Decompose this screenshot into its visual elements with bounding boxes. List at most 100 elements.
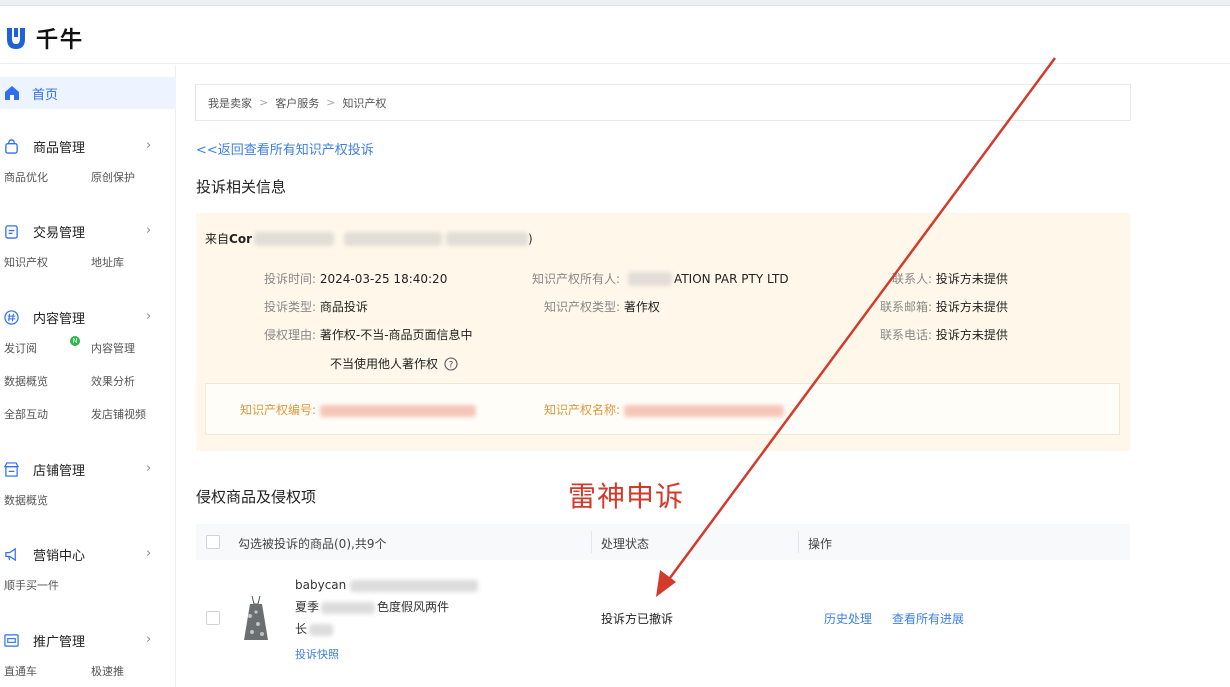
sidebar-item-goods[interactable]: 商品管理 › xyxy=(0,132,176,160)
complaint-snapshot-link[interactable]: 投诉快照 xyxy=(295,646,339,662)
breadcrumb-separator-icon: > xyxy=(259,96,269,109)
redacted-block xyxy=(628,271,673,286)
sidebar-home-label: 首页 xyxy=(32,87,59,103)
sidebar-sub-ztc[interactable]: 直通车 xyxy=(0,663,88,679)
contact-email: 联系邮箱: 投诉方未提供 xyxy=(880,300,1008,314)
sidebar-sub-goods-optimize[interactable]: 商品优化 xyxy=(0,169,88,185)
redacted-block xyxy=(343,231,442,246)
order-icon xyxy=(5,224,18,239)
product-thumbnail[interactable] xyxy=(238,594,274,644)
hash-icon xyxy=(4,309,19,325)
sidebar-item-content[interactable]: 内容管理 › xyxy=(0,303,176,331)
promo-icon xyxy=(4,633,19,647)
annotation-text: 雷神申诉 xyxy=(568,480,685,513)
app-header: 千牛 xyxy=(0,6,1230,64)
product-title[interactable]: babycan 夏季 色度假风两件 长 xyxy=(295,574,479,640)
sidebar-goods-label: 商品管理 xyxy=(33,140,86,156)
col-divider xyxy=(798,531,799,553)
complaint-reason-cont: 不当使用他人著作权 ? xyxy=(330,355,458,372)
sidebar-group-shop: 店铺管理 › 数据概览 xyxy=(0,455,176,516)
redacted-block xyxy=(319,404,476,417)
sidebar-marketing-label: 营销中心 xyxy=(33,548,86,564)
sidebar-sub-shop-video[interactable]: 发店铺视频 xyxy=(88,406,176,422)
history-handling-link[interactable]: 历史处理 xyxy=(824,610,872,627)
infringing-items-title: 侵权商品及侵权项 xyxy=(196,488,317,506)
complaint-info-title: 投诉相关信息 xyxy=(196,178,287,196)
sidebar-item-promo[interactable]: 推广管理 › xyxy=(0,626,176,654)
chevron-right-icon: › xyxy=(146,223,152,238)
redacted-block xyxy=(321,601,376,614)
complaint-reason: 侵权理由: 著作权-不当-商品页面信息中 xyxy=(264,328,473,342)
sidebar-item-marketing[interactable]: 营销中心 › xyxy=(0,540,176,568)
ip-type: 知识产权类型: 著作权 xyxy=(544,300,660,314)
sidebar-sub-data-overview[interactable]: 数据概览 xyxy=(0,373,88,389)
col-status-header: 处理状态 xyxy=(601,537,650,551)
col-divider xyxy=(591,531,592,553)
home-icon xyxy=(5,86,19,100)
ip-number: 知识产权编号: xyxy=(240,401,476,418)
help-question-icon[interactable]: ? xyxy=(444,356,458,371)
row-checkbox[interactable] xyxy=(206,611,220,625)
table-header: 勾选被投诉的商品(0),共9个 处理状态 操作 xyxy=(196,524,1130,560)
col-action-header: 操作 xyxy=(808,537,833,551)
ip-owner: 知识产权所有人: ATION PAR PTY LTD xyxy=(532,271,789,286)
select-all-checkbox[interactable] xyxy=(206,535,220,549)
redacted-block xyxy=(445,231,528,246)
redacted-block xyxy=(309,623,334,636)
sidebar-sub-all-interact[interactable]: 全部互动 xyxy=(0,406,88,422)
chevron-right-icon: › xyxy=(146,461,152,476)
sidebar-group-goods: 商品管理 › 商品优化 原创保护 xyxy=(0,132,176,193)
breadcrumb-item-seller[interactable]: 我是卖家 xyxy=(208,95,252,111)
sidebar-sub-original-protect[interactable]: 原创保护 xyxy=(88,169,176,185)
contact-phone: 联系电话: 投诉方未提供 xyxy=(880,328,1008,342)
sidebar-sub-shop-data[interactable]: 数据概览 xyxy=(0,492,88,508)
sidebar-sub-fast-promo[interactable]: 极速推 xyxy=(88,663,176,679)
sidebar-sub-buy-one-more[interactable]: 顺手买一件 xyxy=(0,577,120,593)
breadcrumb: 我是卖家 > 客户服务 > 知识产权 xyxy=(195,84,1131,121)
back-to-all-complaints-link[interactable]: <<返回查看所有知识产权投诉 xyxy=(196,139,374,158)
sidebar-sub-effect-analysis[interactable]: 效果分析 xyxy=(88,373,176,389)
ip-detail-box: 知识产权编号: 知识产权名称: xyxy=(205,383,1120,435)
shop-icon xyxy=(4,461,19,477)
sidebar-group-trade: 交易管理 › 知识产权 地址库 xyxy=(0,217,176,278)
sidebar: 首页 商品管理 › 商品优化 原创保护 交易管理 › 知识产权 地址库 内容管理… xyxy=(0,65,176,687)
sidebar-content-label: 内容管理 xyxy=(33,311,86,327)
complaint-type: 投诉类型: 商品投诉 xyxy=(264,300,368,314)
sidebar-shop-label: 店铺管理 xyxy=(33,463,86,479)
view-all-progress-link[interactable]: 查看所有进展 xyxy=(892,610,964,627)
col-select-header: 勾选被投诉的商品(0),共9个 xyxy=(238,537,387,551)
redacted-block xyxy=(623,404,784,417)
complaint-time: 投诉时间: 2024-03-25 18:40:20 xyxy=(264,272,448,286)
app-name: 千牛 xyxy=(36,28,85,53)
sidebar-item-shop[interactable]: 店铺管理 › xyxy=(0,455,176,483)
chevron-right-icon: › xyxy=(146,309,152,324)
chevron-right-icon: › xyxy=(146,138,152,153)
svg-text:?: ? xyxy=(449,360,454,370)
chevron-right-icon: › xyxy=(146,632,152,647)
contact-person: 联系人: 投诉方未提供 xyxy=(892,272,1008,286)
new-badge: N xyxy=(70,335,80,346)
sidebar-item-home[interactable]: 首页 xyxy=(0,77,176,109)
sidebar-group-marketing: 营销中心 › 顺手买一件 xyxy=(0,540,176,601)
sidebar-sub-content-manage[interactable]: N 内容管理 xyxy=(70,335,176,356)
sidebar-group-content: 内容管理 › 发订阅 N 内容管理 数据概览 效果分析 全部互动 发店铺视频 xyxy=(0,303,176,430)
sidebar-item-trade[interactable]: 交易管理 › xyxy=(0,217,176,245)
breadcrumb-item-service[interactable]: 客户服务 xyxy=(275,95,319,111)
sidebar-group-promo: 推广管理 › 直通车 极速推 xyxy=(0,626,176,687)
bag-icon xyxy=(5,138,18,154)
sidebar-sub-address[interactable]: 地址库 xyxy=(88,254,176,270)
sidebar-trade-label: 交易管理 xyxy=(33,225,86,241)
breadcrumb-item-ip[interactable]: 知识产权 xyxy=(342,95,386,111)
sidebar-promo-label: 推广管理 xyxy=(33,634,86,650)
breadcrumb-separator-icon: > xyxy=(326,96,336,109)
redacted-block xyxy=(350,579,479,592)
qianniu-logo-icon xyxy=(7,28,25,49)
ip-name: 知识产权名称: xyxy=(544,401,784,418)
processing-status: 投诉方已撤诉 xyxy=(601,612,674,626)
complaint-source: 来自 Cor ) xyxy=(205,231,533,246)
app-logo[interactable]: 千牛 xyxy=(4,22,84,54)
chevron-right-icon: › xyxy=(146,546,152,561)
complaint-info-panel: 来自 Cor ) 投诉时间: 2024-03-25 18:40:20 投诉类型: … xyxy=(196,213,1130,451)
table-row: babycan 夏季 色度假风两件 长 投诉快照 投诉方已撤诉 历史处理 查看所有… xyxy=(196,562,1130,674)
sidebar-sub-ip[interactable]: 知识产权 xyxy=(0,254,88,270)
